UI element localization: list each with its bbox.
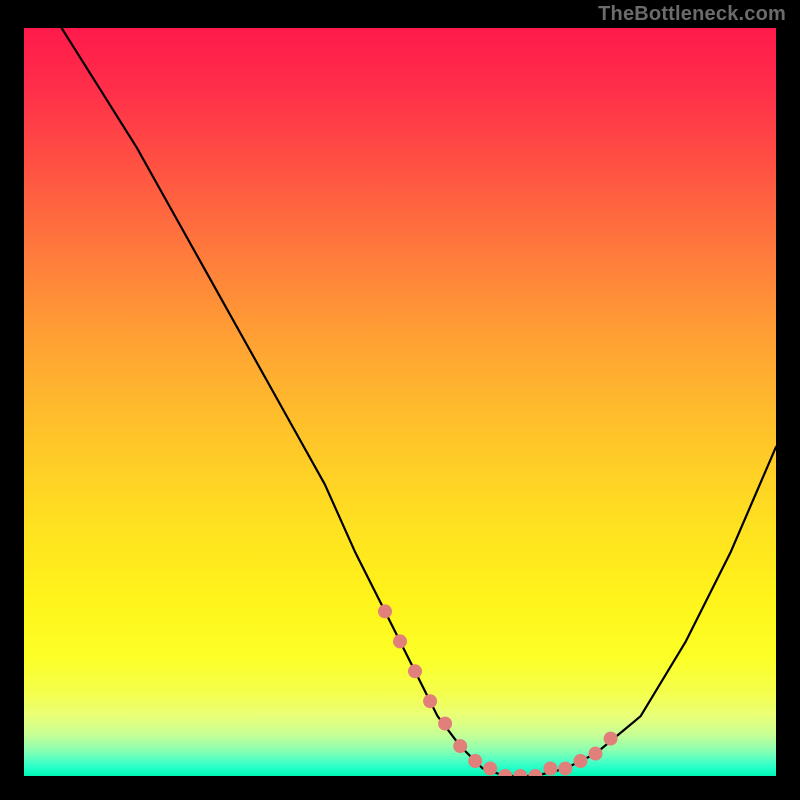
highlight-dot (589, 747, 603, 761)
highlight-dot (498, 769, 512, 776)
highlight-dot (378, 604, 392, 618)
chart-stage: TheBottleneck.com (0, 0, 800, 800)
bottleneck-curve-svg (24, 28, 776, 776)
highlight-dot (558, 762, 572, 776)
highlight-dot (453, 739, 467, 753)
highlight-dot (468, 754, 482, 768)
highlight-dot (408, 664, 422, 678)
attribution-label: TheBottleneck.com (598, 3, 786, 26)
highlight-dot (423, 694, 437, 708)
highlight-dot (438, 717, 452, 731)
highlight-dot (483, 762, 497, 776)
highlight-dot (513, 769, 527, 776)
bottleneck-curve-path (62, 28, 776, 776)
highlight-dot (393, 634, 407, 648)
highlight-dot (604, 732, 618, 746)
highlight-dot (574, 754, 588, 768)
highlight-dot (528, 769, 542, 776)
gradient-plot-area (24, 28, 776, 776)
highlight-dots-group (378, 604, 618, 776)
highlight-dot (543, 762, 557, 776)
